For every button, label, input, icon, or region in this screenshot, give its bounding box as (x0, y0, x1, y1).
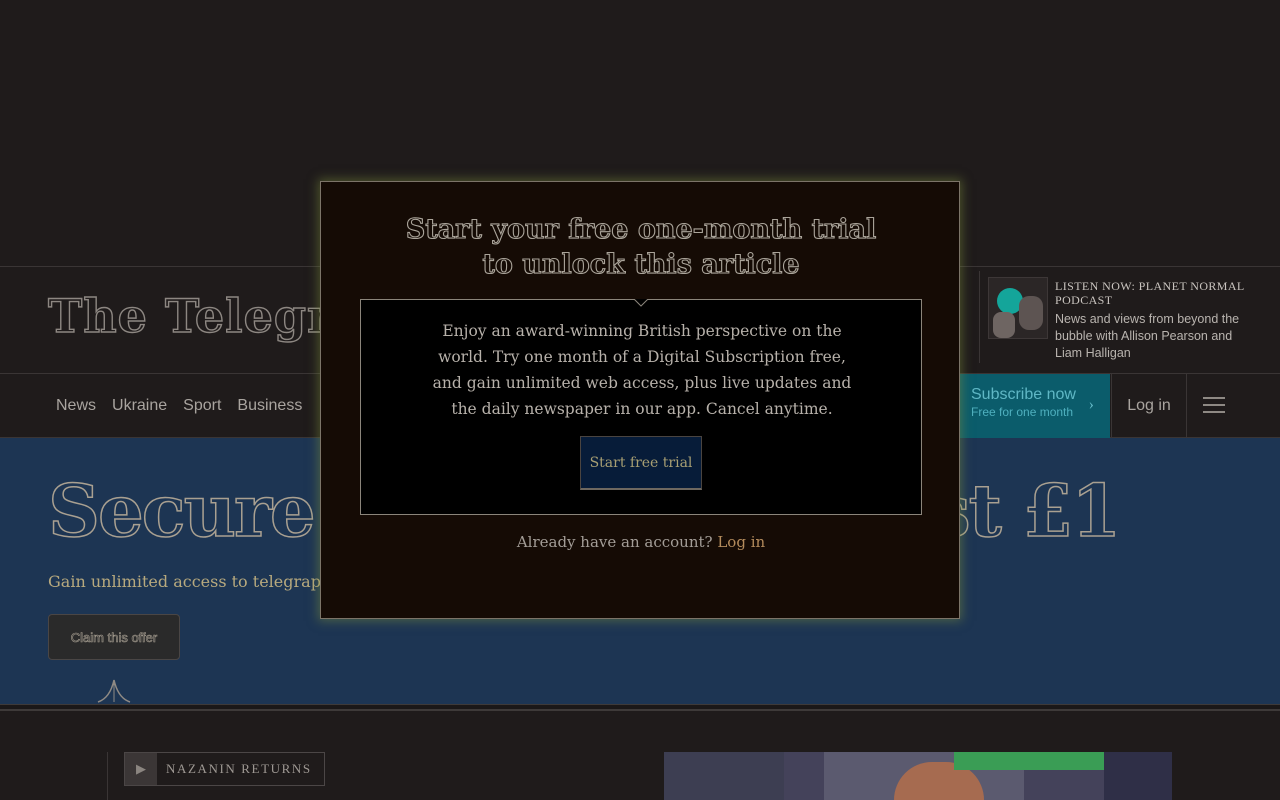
chevron-right-icon: › (1088, 396, 1094, 413)
nav-item-business[interactable]: Business (237, 397, 302, 415)
podcast-title[interactable]: LISTEN NOW: PLANET NORMAL PODCAST (1055, 279, 1265, 307)
story-tag[interactable]: ▶ NAZANIN RETURNS (124, 752, 325, 786)
podcast-promo[interactable]: LISTEN NOW: PLANET NORMAL PODCAST News a… (979, 271, 1280, 363)
section-divider (0, 704, 1280, 711)
nav-links: News Ukraine Sport Business (56, 374, 302, 438)
story-tag-label: NAZANIN RETURNS (166, 761, 312, 776)
modal-title-line-1: Start your free one-month trial (405, 213, 877, 245)
notch-icon (634, 299, 648, 307)
account-prompt: Already have an account? (516, 533, 713, 551)
column-rule (107, 752, 108, 800)
modal-body-text: Enjoy an award-winning British perspecti… (432, 322, 852, 418)
decorative-arrow-icon (97, 679, 131, 703)
free-trial-modal: Start your free one-month trial to unloc… (320, 181, 960, 619)
modal-title-line-2: to unlock this article (482, 248, 800, 280)
article-image[interactable] (664, 752, 1172, 800)
nav-item-news[interactable]: News (56, 397, 96, 415)
modal-title: Start your free one-month trial to unloc… (321, 212, 961, 282)
subscribe-button[interactable]: Subscribe now Free for one month › (960, 374, 1110, 438)
play-icon[interactable]: ▶ (125, 753, 157, 785)
claim-offer-button[interactable]: Claim this offer (48, 614, 180, 660)
nav-item-ukraine[interactable]: Ukraine (112, 397, 167, 415)
nav-item-sport[interactable]: Sport (183, 397, 221, 415)
start-free-trial-button[interactable]: Start free trial (580, 436, 702, 490)
hamburger-menu-icon[interactable] (1203, 397, 1225, 415)
modal-login-link[interactable]: Log in (717, 533, 765, 551)
modal-footer: Already have an account? Log in (321, 533, 961, 551)
podcast-description[interactable]: News and views from beyond the bubble wi… (1055, 311, 1245, 362)
modal-content-box: Enjoy an award-winning British perspecti… (360, 299, 922, 515)
podcast-thumbnail[interactable] (988, 277, 1048, 339)
login-button[interactable]: Log in (1111, 374, 1187, 438)
